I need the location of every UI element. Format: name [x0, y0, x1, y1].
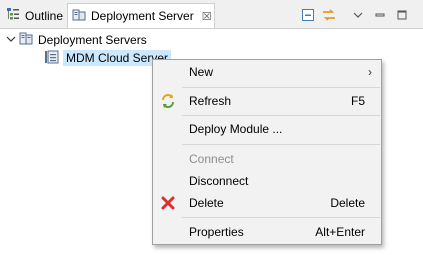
menu-item-label: Properties [189, 225, 244, 239]
menu-separator [182, 217, 380, 218]
menu-item-new[interactable]: New › [154, 61, 380, 83]
tree-node-label: Deployment Servers [38, 33, 147, 47]
menu-separator [182, 87, 380, 88]
menu-item-label: New [189, 65, 214, 79]
maximize-icon[interactable] [394, 7, 410, 23]
deployment-server-icon [72, 8, 86, 25]
menu-item-refresh[interactable]: Refresh F5 [154, 90, 380, 112]
menu-item-accelerator: Alt+Enter [315, 225, 365, 239]
context-menu: New › Refresh F5 Deploy Module ... Conne… [152, 59, 382, 245]
menu-item-accelerator: Delete [330, 196, 365, 210]
server-group-icon [18, 31, 34, 50]
menu-item-accelerator: F5 [350, 94, 365, 108]
chevron-down-icon[interactable] [6, 34, 18, 46]
menu-item-label: Disconnect [189, 174, 249, 188]
collapse-all-icon[interactable] [300, 7, 316, 23]
menu-separator [182, 115, 380, 116]
view-menu-icon[interactable] [350, 7, 366, 23]
minimize-icon[interactable] [372, 7, 388, 23]
link-with-editor-icon[interactable] [321, 7, 337, 23]
refresh-icon [160, 93, 176, 109]
menu-item-delete[interactable]: Delete Delete [154, 192, 380, 214]
view-tab-bar: Outline Deployment Server ☒ [0, 0, 423, 29]
delete-icon [160, 195, 176, 211]
tab-outline-label: Outline [25, 8, 64, 23]
tab-outline[interactable]: Outline [2, 3, 64, 28]
server-icon [44, 49, 60, 68]
tab-deployment-server-label: Deployment Server [91, 9, 194, 23]
tree-node-deployment-servers[interactable]: Deployment Servers [6, 31, 147, 49]
menu-item-label: Delete [189, 196, 224, 210]
menu-item-connect[interactable]: Connect [154, 148, 380, 170]
menu-item-label: Refresh [189, 94, 232, 108]
close-icon[interactable]: ☒ [202, 10, 212, 23]
menu-item-label: Connect [189, 152, 234, 166]
menu-item-properties[interactable]: Properties Alt+Enter [154, 221, 380, 243]
outline-icon [6, 7, 20, 24]
menu-item-deploy-module[interactable]: Deploy Module ... [154, 118, 380, 140]
tab-deployment-server[interactable]: Deployment Server ☒ [67, 3, 215, 28]
submenu-arrow-icon: › [368, 65, 372, 79]
menu-item-disconnect[interactable]: Disconnect [154, 170, 380, 192]
menu-item-label: Deploy Module ... [189, 122, 283, 136]
menu-separator [182, 144, 380, 145]
